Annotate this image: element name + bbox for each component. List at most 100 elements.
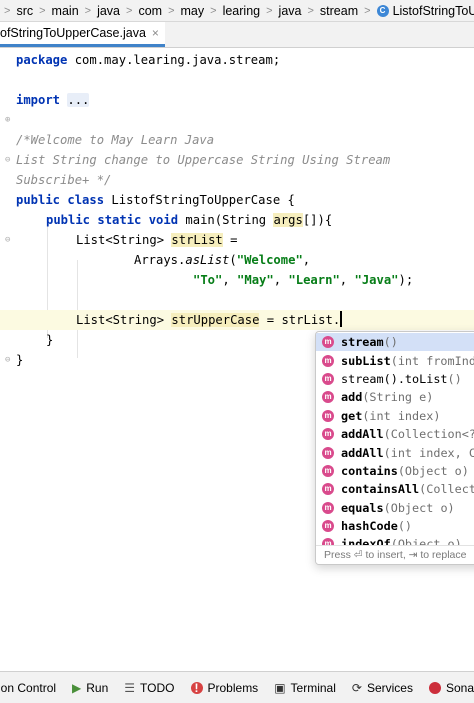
- completion-signature: (Object o): [383, 500, 455, 515]
- breadcrumb-item-java-2[interactable]: java: [277, 4, 304, 18]
- tool-run[interactable]: ▶ Run: [72, 681, 108, 695]
- editor-tab-bar: ofStringToUpperCase.java ×: [0, 22, 474, 48]
- completion-name: stream().toList: [341, 371, 448, 386]
- breadcrumb-item-com[interactable]: com: [136, 4, 164, 18]
- tool-label: Services: [366, 680, 413, 695]
- code-line: Subscribe+ */: [0, 170, 474, 190]
- method-icon: m: [322, 520, 334, 533]
- completion-item[interactable]: m stream().toList(): [316, 370, 474, 388]
- comment-line: Subscribe+ */: [16, 173, 112, 187]
- main-signature: main(String: [178, 213, 274, 227]
- completion-item[interactable]: m equals (Object o): [316, 499, 474, 517]
- text-caret: [340, 311, 342, 327]
- string-literal: "Learn": [288, 273, 340, 287]
- breadcrumb-separator: >: [364, 4, 371, 17]
- tab-label: ofStringToUpperCase.java: [0, 26, 146, 40]
- completion-signature: (int index, Collection<? extends String>…: [383, 445, 474, 460]
- method-icon: m: [322, 428, 334, 441]
- tool-problems[interactable]: ! Problems: [190, 681, 258, 695]
- services-icon: ⟳: [351, 680, 362, 695]
- completion-name: add: [341, 390, 363, 405]
- method-icon: m: [322, 483, 334, 496]
- aslist-method: asList: [185, 253, 230, 267]
- breadcrumb: > src > main > java > com > may > learin…: [0, 0, 474, 22]
- method-icon: m: [322, 446, 334, 459]
- close-icon[interactable]: ×: [152, 26, 159, 40]
- package-name: com.may.learing.java.stream;: [67, 53, 281, 67]
- method-icon: m: [322, 501, 334, 514]
- comment-line: List String change to Uppercase String U…: [16, 153, 391, 167]
- breadcrumb-item-main[interactable]: main: [50, 4, 81, 18]
- closing-brace: }: [16, 353, 24, 367]
- completion-item[interactable]: m hashCode(): [316, 517, 474, 535]
- string-literal: "To": [193, 273, 223, 287]
- completion-item[interactable]: m subList(int fromIndex, int toIndex): [316, 351, 474, 369]
- completion-name: contains: [341, 463, 398, 478]
- keyword-package: package: [16, 53, 68, 67]
- code-line: package com.may.learing.java.stream;: [0, 50, 474, 70]
- completion-signature: (int fromIndex, int toIndex): [390, 353, 474, 368]
- keyword-public-class: public class: [16, 193, 105, 207]
- code-completion-popup[interactable]: mstream() msubList(int fromIndex, int to…: [315, 331, 474, 565]
- completion-hint: Press ⏎ to insert, ⇥ to replace: [316, 545, 474, 564]
- completion-item[interactable]: m contains (Object o): [316, 462, 474, 480]
- completion-item[interactable]: m stream(): [316, 333, 474, 352]
- comma: ,: [273, 273, 289, 287]
- breadcrumb-separator: >: [39, 4, 46, 17]
- tool-services[interactable]: ⟳ Services: [352, 681, 413, 695]
- current-code-line[interactable]: List<String> strUpperCase = strList.: [0, 310, 474, 330]
- tool-label: TODO: [140, 680, 175, 695]
- completion-name: stream: [341, 335, 384, 350]
- comma: ,: [222, 273, 238, 287]
- tool-label: sion Control: [0, 680, 57, 695]
- breadcrumb-item-may[interactable]: may: [179, 4, 207, 18]
- completion-item[interactable]: m get (int index): [316, 407, 474, 425]
- completion-item[interactable]: m containsAll(Collection<?> c): [316, 480, 474, 498]
- breadcrumb-item-learing[interactable]: learing: [221, 4, 263, 18]
- folded-imports[interactable]: ...: [67, 93, 90, 107]
- completion-signature: (): [447, 371, 462, 386]
- tool-version-control[interactable]: sion Control: [0, 681, 56, 695]
- comment-line: /*Welcome to May Learn Java: [16, 133, 215, 147]
- run-icon: ▶: [72, 680, 82, 695]
- breadcrumb-separator: >: [84, 4, 92, 17]
- tool-todo[interactable]: ☰ TODO: [124, 681, 174, 695]
- completion-item[interactable]: maddAll(Collection<? extends String> c): [316, 425, 474, 443]
- completion-name: containsAll: [341, 482, 420, 497]
- breadcrumb-item-class[interactable]: C ListofStringToUpperCase: [375, 4, 474, 18]
- tool-sonarlint[interactable]: SonarL: [428, 680, 474, 695]
- string-literal: "Welcome": [236, 253, 303, 267]
- breadcrumb-item-java[interactable]: java: [95, 4, 122, 18]
- problems-icon: !: [190, 681, 203, 694]
- string-literal: "Java": [354, 273, 399, 287]
- completion-item[interactable]: m add (String e): [316, 388, 474, 406]
- breadcrumb-separator: >: [266, 4, 273, 17]
- breadcrumb-item-stream[interactable]: stream: [318, 4, 360, 18]
- breadcrumb-class-label: ListofStringToUpperCase: [392, 3, 474, 18]
- code-line: List<String> strList =: [0, 230, 474, 250]
- type-list-string: List<String>: [76, 233, 172, 247]
- comma: ,: [302, 253, 311, 267]
- code-line: ⊖ /*Welcome to May Learn Java: [0, 130, 474, 165]
- assign-op: =: [222, 233, 238, 247]
- completion-list[interactable]: mstream() msubList(int fromIndex, int to…: [316, 333, 474, 546]
- breadcrumb-separator: >: [307, 4, 314, 17]
- comma: ,: [339, 273, 355, 287]
- method-icon: m: [322, 464, 334, 477]
- completion-item[interactable]: maddAll(int index, Collection<? extends …: [316, 443, 474, 461]
- tab-listofstringtouppercase[interactable]: ofStringToUpperCase.java ×: [0, 22, 165, 47]
- code-line: "To", "May", "Learn", "Java");: [0, 270, 474, 290]
- arrays-class: Arrays.: [134, 253, 186, 267]
- string-literal: "May": [237, 273, 274, 287]
- tool-label: Terminal: [290, 680, 336, 695]
- completion-name: hashCode: [341, 519, 398, 534]
- fold-icon[interactable]: ⊕: [5, 110, 10, 130]
- tool-terminal[interactable]: ▣ Terminal: [274, 681, 336, 695]
- close-paren: );: [398, 273, 414, 287]
- code-line: ⊖ public static void main(String args[])…: [0, 210, 474, 245]
- method-icon: m: [322, 391, 334, 404]
- tool-label: SonarL: [445, 680, 474, 695]
- breadcrumb-item-src[interactable]: src: [14, 4, 35, 18]
- paren: (: [229, 253, 237, 267]
- class-icon: C: [376, 4, 389, 17]
